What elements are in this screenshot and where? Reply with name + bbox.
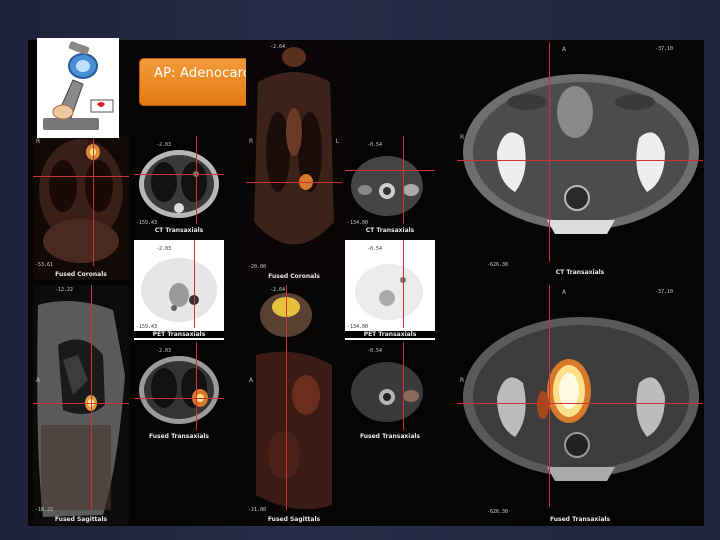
ct-transaxial-small-panel-2: -0.54 -134.00 CT Transaxials bbox=[345, 136, 435, 236]
fused-transaxial-small-panel-2: -0.54 Fused Transaxials bbox=[345, 342, 435, 442]
caption: Fused Transaxials bbox=[549, 516, 611, 523]
orientation-letter: R bbox=[460, 377, 465, 384]
slice-value: -134.00 bbox=[347, 220, 369, 226]
caption: Fused Sagittals bbox=[54, 516, 108, 523]
pet-transaxial-small-panel: -2.03 -159.43 PET Transaxials bbox=[134, 240, 224, 340]
orientation-letter: L bbox=[335, 138, 339, 145]
slice-value: -2.03 bbox=[156, 142, 172, 148]
caption: Fused Coronals bbox=[55, 271, 107, 278]
ct-transaxial-small-panel: -2.03 -159.43 CT Transaxials bbox=[134, 136, 224, 236]
orientation-letter: R bbox=[36, 138, 41, 145]
fused-sagittal-image-1 bbox=[33, 285, 129, 525]
slice-value: -2.03 bbox=[156, 348, 172, 354]
slice-value: -21.00 bbox=[248, 507, 267, 513]
fused-sagittal-panel-2: -2.64 A -21.00 Fused Sagittals bbox=[246, 285, 342, 525]
fused-transaxial-small-panel: -2.03 Fused Transaxials bbox=[134, 342, 224, 442]
orientation-letter: R bbox=[460, 134, 465, 141]
slice-value: -626.30 bbox=[487, 509, 509, 515]
caption: PET Transaxials bbox=[134, 331, 224, 338]
slice-value: -53.61 bbox=[35, 262, 54, 268]
microscope-icon bbox=[37, 38, 119, 138]
fused-transaxial-large-image bbox=[457, 285, 703, 525]
slice-value: -626.30 bbox=[487, 262, 509, 268]
slice-value: -134.00 bbox=[347, 324, 369, 330]
caption: Fused Transaxials bbox=[148, 433, 210, 440]
ct-transaxial-large-panel: A -37.10 R -626.30 CT Transaxials bbox=[457, 42, 703, 278]
caption: CT Transaxials bbox=[154, 227, 204, 234]
caption: CT Transaxials bbox=[555, 269, 605, 276]
fused-transaxial-small-image bbox=[134, 342, 224, 442]
orientation-letter: A bbox=[562, 289, 567, 296]
slice-value: -2.64 bbox=[270, 287, 286, 293]
fused-transaxial-large-panel: A -37.10 R -626.30 Fused Transaxials bbox=[457, 285, 703, 525]
slice-value: -20.00 bbox=[248, 264, 267, 270]
slice-value: -37.10 bbox=[654, 46, 673, 52]
caption: Fused Coronals bbox=[268, 273, 320, 280]
caption: Fused Transaxials bbox=[359, 433, 421, 440]
orientation-letter: R bbox=[249, 138, 254, 145]
slice-value: -2.64 bbox=[270, 44, 286, 50]
slice-value: -0.54 bbox=[367, 348, 383, 354]
orientation-letter: A bbox=[36, 377, 41, 384]
pet-transaxial-small-panel-2: -0.54 -134.00 PET Transaxials bbox=[345, 240, 435, 340]
slice-value: -37.10 bbox=[654, 289, 673, 295]
orientation-letter: A bbox=[562, 46, 567, 53]
fused-coronal-image-1 bbox=[33, 136, 129, 280]
fused-sagittal-image-2 bbox=[246, 285, 342, 525]
fused-coronal-panel-2: -2.64 R L -20.00 Fused Coronals bbox=[246, 42, 342, 282]
fused-coronal-panel-1: R -53.61 Fused Coronals bbox=[33, 136, 129, 280]
microscope-cartoon-icon bbox=[37, 38, 119, 138]
fused-sagittal-panel-1: -12.22 A -18.22 Fused Sagittals bbox=[33, 285, 129, 525]
caption: PET Transaxials bbox=[345, 331, 435, 338]
slice-value: -159.43 bbox=[136, 220, 158, 226]
orientation-letter: A bbox=[249, 377, 254, 384]
slice-value: -0.54 bbox=[367, 142, 383, 148]
slice-value: -2.03 bbox=[156, 246, 172, 252]
fused-transaxial-small-image-2 bbox=[345, 342, 435, 442]
slice-value: -0.54 bbox=[367, 246, 383, 252]
slice-value: -159.43 bbox=[136, 324, 158, 330]
fused-coronal-image-2 bbox=[246, 42, 342, 282]
caption: Fused Sagittals bbox=[267, 516, 321, 523]
caption: CT Transaxials bbox=[365, 227, 415, 234]
slice-value: -12.22 bbox=[55, 287, 74, 293]
slice-value: -18.22 bbox=[35, 507, 54, 513]
